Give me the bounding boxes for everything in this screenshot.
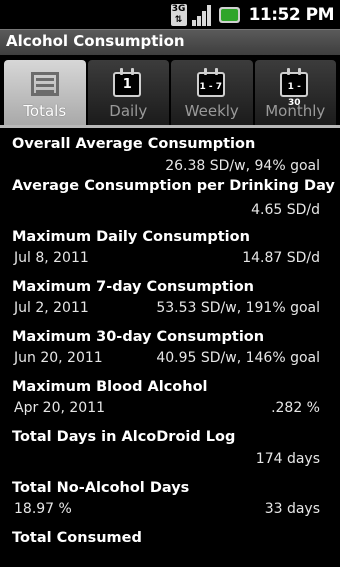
max-30day-value: 40.95 SD/w, 146% goal bbox=[156, 350, 320, 366]
tab-daily[interactable]: 1 Daily bbox=[87, 60, 169, 125]
status-bar: 3G ⇅ 11:52 PM bbox=[0, 0, 340, 29]
tab-weekly[interactable]: 1 - 7 Weekly bbox=[171, 60, 253, 125]
signal-strength-icon bbox=[191, 4, 213, 26]
max-blood-alcohol-date: Apr 20, 2011 bbox=[14, 400, 106, 416]
max-7day-value: 53.53 SD/w, 191% goal bbox=[156, 300, 320, 316]
abacus-icon bbox=[30, 68, 60, 98]
max-daily-value: 14.87 SD/d bbox=[242, 250, 320, 266]
tab-label: Totals bbox=[23, 102, 67, 120]
overall-average-title: Overall Average Consumption bbox=[12, 136, 256, 152]
app-title: Alcohol Consumption bbox=[6, 32, 185, 50]
clock: 11:52 PM bbox=[248, 5, 335, 25]
calendar-1-30-icon: 1 - 30 bbox=[280, 68, 310, 108]
max-daily-title: Maximum Daily Consumption bbox=[12, 229, 250, 245]
network-3g-icon: 3G ⇅ bbox=[170, 4, 187, 26]
tab-label: Monthly bbox=[265, 102, 326, 120]
avg-per-drinking-day-value: 4.65 SD/d bbox=[251, 202, 320, 218]
avg-per-drinking-day-title: Average Consumption per Drinking Day bbox=[12, 178, 335, 194]
max-30day-title: Maximum 30-day Consumption bbox=[12, 329, 265, 345]
max-daily-date: Jul 8, 2011 bbox=[14, 250, 89, 266]
tab-totals[interactable]: Totals bbox=[4, 60, 86, 125]
no-alcohol-days-value: 33 days bbox=[264, 501, 320, 517]
calendar-1-icon: 1 bbox=[113, 68, 143, 98]
no-alcohol-days-title: Total No-Alcohol Days bbox=[12, 480, 190, 496]
total-days-title: Total Days in AlcoDroid Log bbox=[12, 429, 236, 445]
tab-monthly[interactable]: 1 - 30 Monthly bbox=[254, 60, 336, 125]
tab-label: Weekly bbox=[184, 102, 239, 120]
stats-list[interactable]: Overall Average Consumption 26.38 SD/w, … bbox=[0, 128, 340, 567]
max-7day-date: Jul 2, 2011 bbox=[14, 300, 89, 316]
max-7day-title: Maximum 7-day Consumption bbox=[12, 279, 255, 295]
max-blood-alcohol-title: Maximum Blood Alcohol bbox=[12, 379, 208, 395]
total-consumed-title: Total Consumed bbox=[12, 530, 142, 546]
total-days-value: 174 days bbox=[255, 451, 320, 467]
no-alcohol-days-percent: 18.97 % bbox=[14, 501, 72, 517]
tab-label: Daily bbox=[109, 102, 148, 120]
tab-bar: Totals 1 Daily 1 - 7 Weekly 1 - 30 Month… bbox=[4, 60, 336, 125]
overall-average-value: 26.38 SD/w, 94% goal bbox=[165, 158, 320, 174]
calendar-1-7-icon: 1 - 7 bbox=[196, 68, 227, 98]
max-30day-date: Jun 20, 2011 bbox=[14, 350, 103, 366]
battery-icon bbox=[217, 4, 243, 26]
title-bar: Alcohol Consumption bbox=[0, 29, 340, 55]
max-blood-alcohol-value: .282 % bbox=[271, 400, 320, 416]
